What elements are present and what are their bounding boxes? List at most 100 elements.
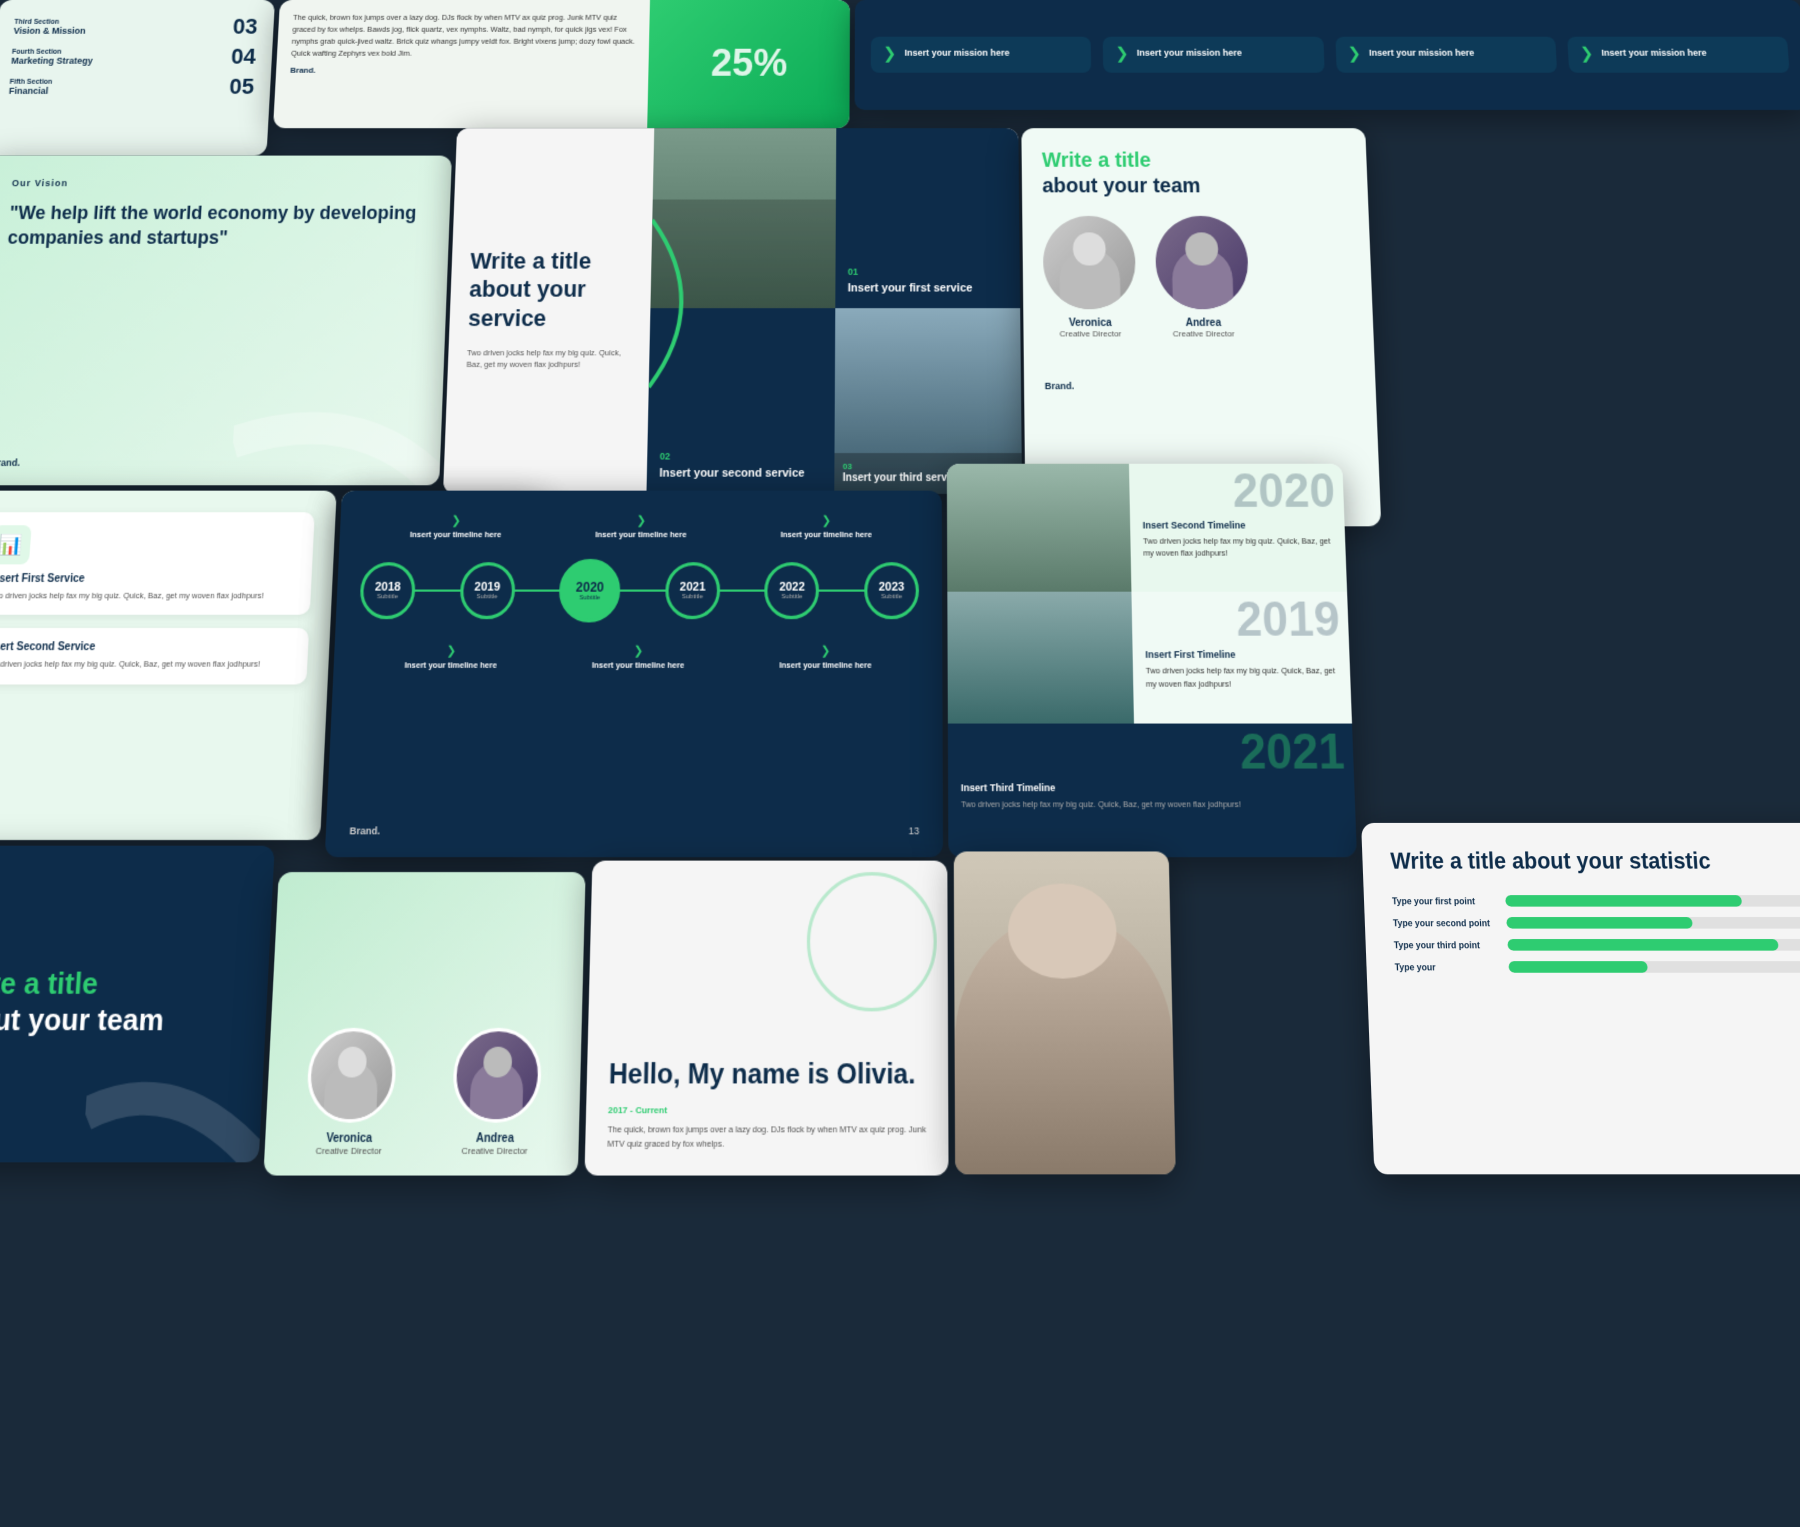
service-icon-1: 📊 [0,525,32,564]
service-card-desc-2: Two driven jocks help fax my big quiz. Q… [0,658,293,670]
tl-year-2021: 2021 [680,580,706,593]
tl-top-3: ❯ Insert your timeline here [781,510,872,541]
slide-hello: Hello, My name is Olivia. 2017 - Current… [584,861,948,1176]
statistic-title: Write a title about your statistic [1390,848,1800,877]
avatar-andrea [1155,216,1249,309]
tl-label-top-2: Insert your timeline here [595,530,686,541]
tl-chevron-bot-3: ❯ [821,644,831,657]
tl-top-2: ❯ Insert your timeline here [595,510,687,541]
services-bottom-text: Two driven jocks help fax my big quiz. Q… [466,347,631,371]
tl-label-bot-3: Insert your timeline here [779,659,871,671]
bottom-person-role-v: Creative Director [282,1145,415,1156]
slide-team-bottom: Write a title about your team [0,846,275,1163]
slide-services-main: Write a title about your service Two dri… [443,128,1022,494]
progress-value: 25% [711,42,788,85]
section-num-4: 04 [230,44,256,70]
services-curve [647,159,734,451]
slide-vision: Our Vision "We help lift the world econo… [0,156,452,486]
slide-statistic: Write a title about your statistic Type … [1361,823,1800,1174]
tl-right-content-2019: 2019 Insert First Timeline Two driven jo… [1131,592,1352,723]
section-name-3: Vision & Mission [13,25,86,35]
tl-label-bot-1: Insert your timeline here [404,659,497,671]
tl-right-content-2020: 2020 Insert Second Timeline Two driven j… [1129,464,1347,592]
section-name-5: Financial [9,85,52,95]
stat-label-1: Type your first point [1392,896,1495,906]
tl-right-desc-2020: Two driven jocks help fax my big quiz. Q… [1143,535,1333,559]
timeline-bottom-labels: ❯ Insert your timeline here ❯ Insert you… [357,640,919,672]
tl-year-2023: 2023 [879,580,905,593]
tl-sub-2019: Subtitle [476,593,497,600]
vision-curve-decoration [231,315,446,485]
tl-chevron-top-2: ❯ [636,514,646,527]
team-title-green: Write a title [1042,149,1151,171]
services-title-panel: Write a title about your service Two dri… [443,128,654,494]
member-andrea: Andrea Creative Director [1155,216,1250,339]
tl-right-year-2019: 2019 [1236,596,1341,644]
bottom-person-andrea: Andrea Creative Director [428,1028,564,1156]
bottom-avatar-andrea [451,1028,542,1123]
section-label-3: Third Section [14,18,87,25]
service-title-2: Insert your second service [659,466,822,481]
service-num-1: 01 [848,266,1008,276]
mission-text-1: Insert your mission here [904,47,1009,60]
section-num-3: 03 [232,14,258,40]
team-right-title: Write a title about your team [1042,148,1348,199]
stat-row-3: Type your third point [1394,939,1800,951]
progress-panel: 25% [647,0,850,128]
stat-bar-fill-3 [1507,939,1779,951]
brand-label: Brand. [290,66,634,75]
stat-bar-bg-4 [1508,961,1800,973]
service-card-1: 📊 Insert First Service Two driven jocks … [0,512,315,615]
slide-bottom-persons: Veronica Creative Director Andrea Creati… [263,872,585,1175]
team-bottom-curve [82,1020,266,1163]
team-bottom-dark: about your team [0,1002,165,1037]
stat-row-2: Type your second point [1393,917,1800,929]
member-name-veronica: Veronica [1044,318,1137,330]
stat-label-4: Type your [1395,962,1499,972]
bottom-person-veronica: Veronica Creative Director [282,1028,420,1156]
team-bottom-title: Write a title about your team [0,966,245,1039]
tl-chevron-bot-1: ❯ [446,644,456,657]
service-num-2: 02 [660,451,822,462]
tl-sub-2021: Subtitle [682,593,703,600]
timeline-brand: Brand. [349,825,380,836]
section-label-4: Fourth Section [12,48,94,55]
bottom-person-name-v: Veronica [283,1132,416,1145]
team-right-brand: Brand. [1044,339,1355,392]
hello-circle-decoration [806,872,937,1011]
hello-desc: The quick, brown fox jumps over a lazy d… [607,1123,926,1152]
tl-right-desc-2021: Two driven jocks help fax my big quiz. Q… [961,798,1342,811]
tl-label-top-3: Insert your timeline here [781,530,872,541]
hello-period: 2017 - Current [608,1105,926,1116]
stat-label-2: Type your second point [1393,918,1496,928]
member-name-andrea: Andrea [1157,318,1250,330]
mission-chevron-4: ❯ [1580,47,1594,63]
team-title-dark: about your team [1042,175,1201,198]
stat-bar-fill-1 [1505,895,1742,907]
tl-sub-2018: Subtitle [377,593,398,600]
services-main-title: Write a title about your service [468,246,634,332]
slide-olivia-photo [954,851,1176,1174]
mission-text-3: Insert your mission here [1369,47,1475,60]
mission-chevron-2: ❯ [1115,47,1129,63]
team-members-row: Veronica Creative Director Andrea Creati… [1043,216,1353,339]
tl-right-year-2020: 2020 [1232,468,1336,515]
service-title-1: Insert your first service [848,281,1008,296]
top-text-content: The quick, brown fox jumps over a lazy d… [273,0,650,128]
stat-bar-bg-3 [1507,939,1800,951]
tl-bot-1: ❯ Insert your timeline here [404,640,497,672]
tl-chevron-top-3: ❯ [821,514,831,527]
slide-top-text: The quick, brown fox jumps over a lazy d… [273,0,850,128]
tl-right-photo-2019 [947,592,1134,723]
stat-row-1: Type your first point [1392,895,1800,907]
tl-year-2022: 2022 [779,580,805,593]
tl-right-2021: 2021 Insert Third Timeline Two driven jo… [948,723,1357,857]
vision-brand: Brand. [0,457,21,468]
timeline-footer: Brand. 13 [349,825,919,836]
slide-timeline-right: 2020 Insert Second Timeline Two driven j… [947,464,1357,857]
bottom-person-name-a: Andrea [428,1132,561,1145]
slide-toc: Third Section Vision & Mission 03 Fourth… [0,0,275,156]
tl-year-2020: 2020 [576,579,604,594]
tl-circle-2019: 2019 Subtitle [459,562,516,619]
avatar-veronica [1043,216,1137,309]
